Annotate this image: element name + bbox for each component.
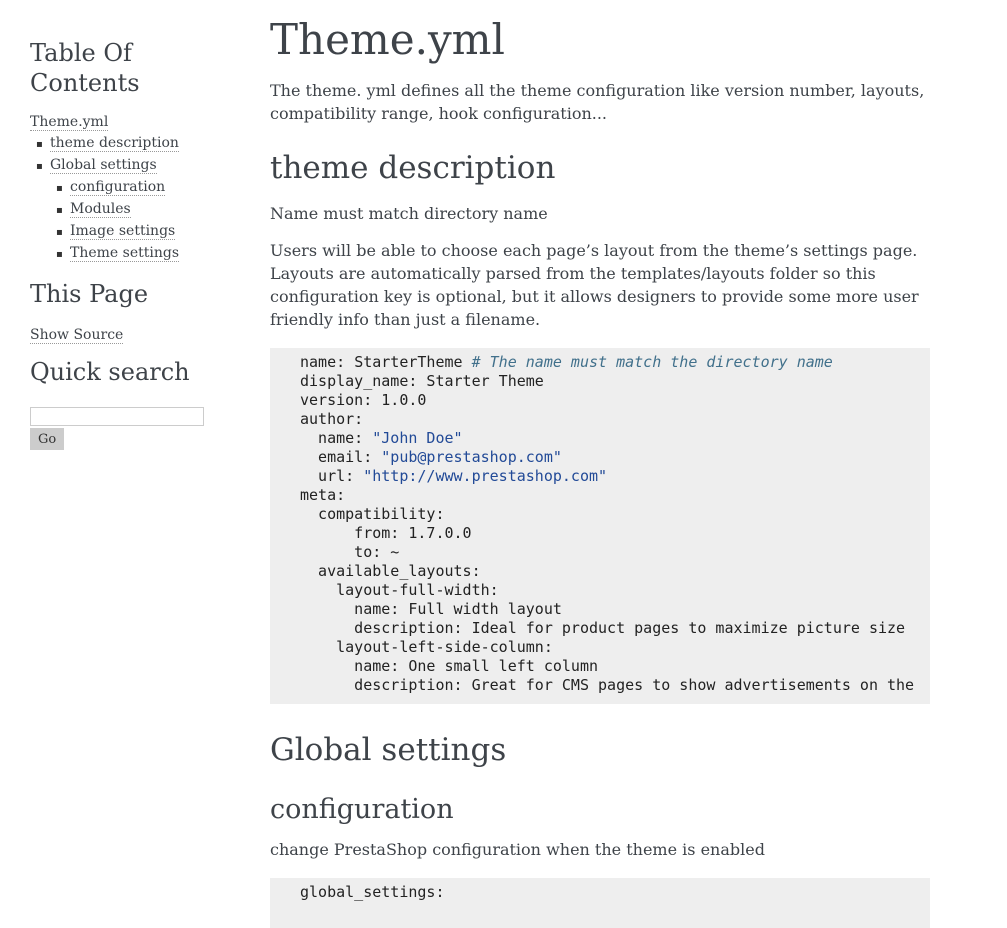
- code-line: display_name: Starter Theme: [300, 372, 544, 390]
- code-line: from: 1.7.0.0: [300, 524, 472, 542]
- code-text: url:: [300, 467, 364, 485]
- configuration-paragraph: change PrestaShop configuration when the…: [270, 840, 765, 859]
- theme-description-p1: Name must match directory name: [270, 204, 548, 223]
- code-line: compatibility:: [300, 505, 445, 523]
- toc-item-root: Theme.yml theme description Global setti…: [30, 112, 230, 265]
- code-line: layout-left-side-column:: [300, 638, 553, 656]
- code-string: "pub@prestashop.com": [381, 448, 562, 466]
- code-string: "John Doe": [372, 429, 463, 447]
- search-input[interactable]: [30, 407, 204, 426]
- code-line: name: One small left column: [300, 657, 599, 675]
- intro-paragraph: The theme. yml defines all the theme con…: [270, 81, 925, 123]
- quick-search-title: Quick search: [30, 358, 190, 386]
- theme-description-heading: theme description: [270, 150, 556, 186]
- code-line: available_layouts:: [300, 562, 481, 580]
- code-comment: # The name must match the directory name: [471, 353, 833, 371]
- sidebar: Table Of Contents Theme.yml theme descri…: [30, 38, 230, 450]
- toc-link-configuration[interactable]: configuration: [70, 179, 166, 196]
- toc-title: Table Of Contents: [30, 39, 140, 97]
- page-title: Theme.yml: [270, 15, 505, 64]
- code-block-global-settings: global_settings:: [270, 878, 930, 928]
- code-line: description: Great for CMS pages to show…: [300, 676, 915, 694]
- toc-item: Global settings configuration Modules Im…: [50, 155, 230, 265]
- code-line: layout-full-width:: [300, 581, 499, 599]
- code-block-theme: name: StarterTheme # The name must match…: [270, 348, 930, 704]
- code-text: email:: [300, 448, 382, 466]
- toc-item: Modules: [70, 199, 230, 221]
- main-content: Theme.yml The theme. yml defines all the…: [270, 14, 930, 928]
- toc-link-global-settings[interactable]: Global settings: [50, 157, 157, 174]
- toc-item: Image settings: [70, 221, 230, 243]
- code-line: name: Full width layout: [300, 600, 562, 618]
- code-text: StarterTheme: [354, 353, 472, 371]
- configuration-heading: configuration: [270, 794, 454, 825]
- go-button[interactable]: Go: [30, 428, 65, 450]
- show-source-link[interactable]: Show Source: [30, 327, 124, 344]
- toc-list: Theme.yml theme description Global setti…: [30, 112, 230, 265]
- theme-description-p2: Users will be able to choose each page’s…: [270, 241, 919, 329]
- quick-search-form: Go: [30, 407, 230, 450]
- code-line: description: Ideal for product pages to …: [300, 619, 906, 637]
- code-string: "http://www.prestashop.com": [363, 467, 608, 485]
- toc-link-image-settings[interactable]: Image settings: [70, 223, 176, 240]
- toc-link-theme-description[interactable]: theme description: [50, 135, 179, 152]
- code-line: global_settings:: [300, 883, 445, 901]
- code-text: name:: [300, 429, 373, 447]
- code-line: meta:: [300, 486, 346, 504]
- toc-link-theme-yml[interactable]: Theme.yml: [30, 114, 109, 131]
- global-settings-heading: Global settings: [270, 732, 507, 768]
- toc-item: configuration: [70, 177, 230, 199]
- code-line: version: 1.0.0: [300, 391, 427, 409]
- code-line: author:: [300, 410, 364, 428]
- toc-link-theme-settings[interactable]: Theme settings: [70, 245, 180, 262]
- this-page-title: This Page: [30, 280, 149, 308]
- toc-link-modules[interactable]: Modules: [70, 201, 131, 218]
- code-line: to: ~: [300, 543, 400, 561]
- code-text: name:: [300, 353, 355, 371]
- toc-item: theme description: [50, 133, 230, 155]
- toc-item: Theme settings: [70, 243, 230, 265]
